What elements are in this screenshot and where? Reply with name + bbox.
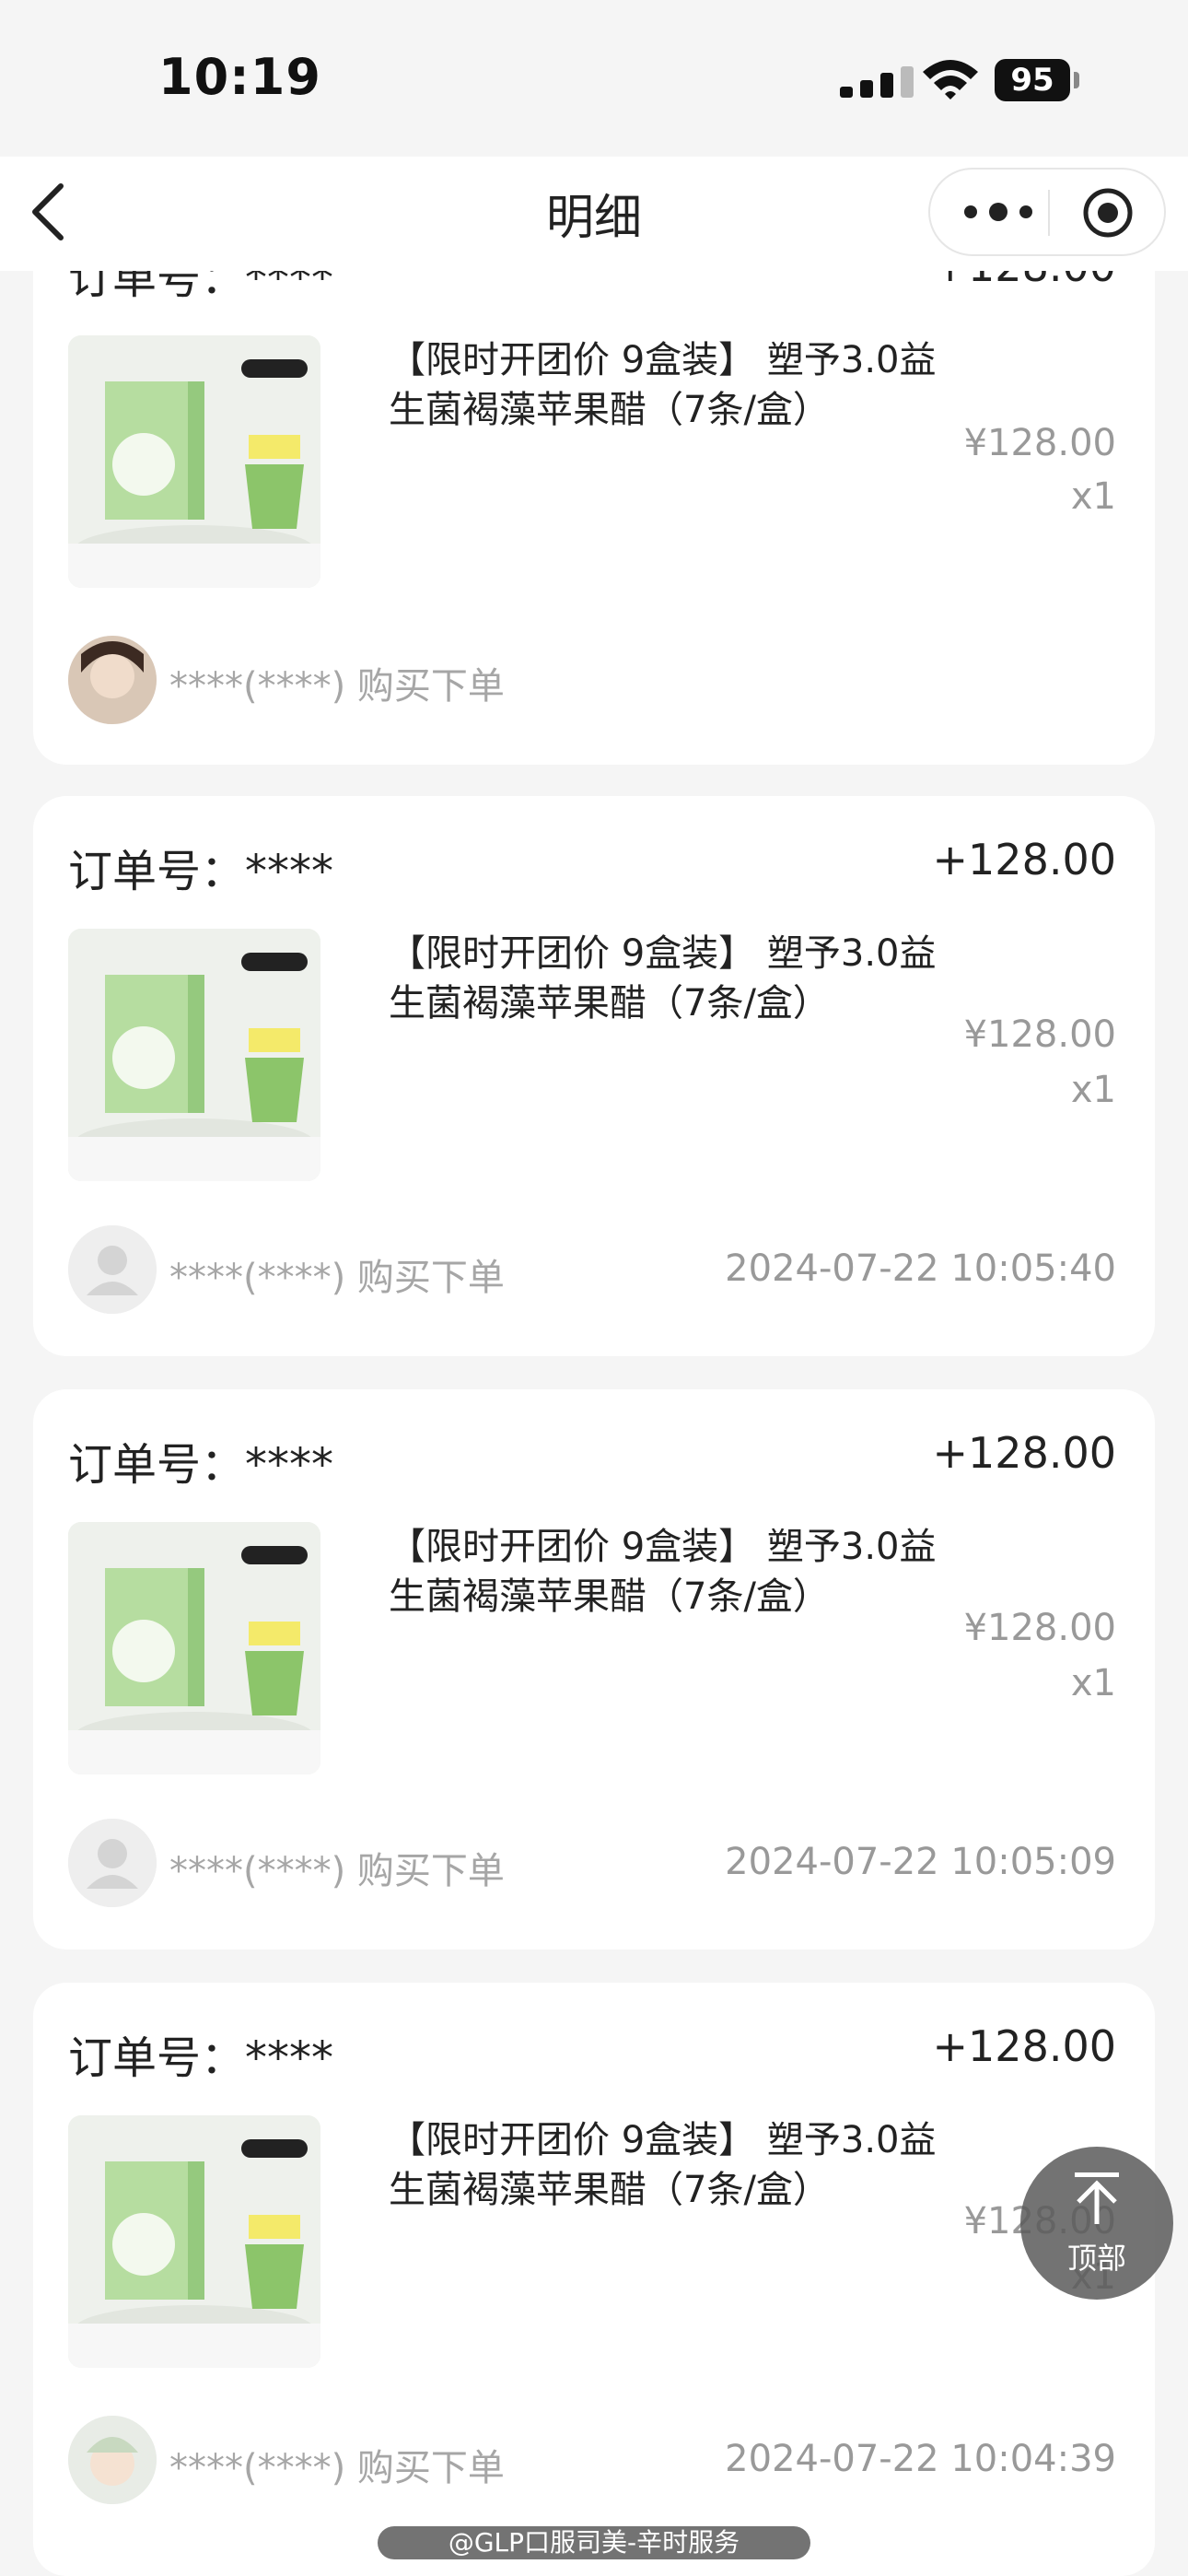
product-name: 【限时开团价 9盒装】 塑予3.0益生菌褐藻苹果醋（7条/盒） bbox=[389, 1526, 937, 1618]
product-image[interactable] bbox=[68, 2115, 320, 2368]
close-target-icon[interactable] bbox=[1081, 186, 1135, 240]
order-list[interactable]: 订单号：**** +128.00 【限时开团价 9盒装】 塑予3.0益生菌褐藻苹… bbox=[0, 0, 1188, 2576]
product-name: 【限时开团价 9盒装】 塑予3.0益生菌褐藻苹果醋（7条/盒） bbox=[389, 932, 937, 1025]
order-number: 订单号：**** bbox=[68, 2032, 334, 2084]
back-to-top-label: 顶部 bbox=[1066, 2241, 1126, 2276]
buyer-text: ****(****) 购买下单 bbox=[169, 1850, 505, 1892]
product-name: 【限时开团价 9盒装】 塑予3.0益生菌褐藻苹果醋（7条/盒） bbox=[389, 339, 937, 431]
battery-icon: 95 bbox=[995, 59, 1083, 101]
buyer-text: ****(****) 购买下单 bbox=[169, 2447, 505, 2489]
wifi-icon bbox=[923, 60, 978, 100]
more-icon[interactable] bbox=[956, 193, 1041, 230]
unit-price: ¥128.00 bbox=[963, 1607, 1116, 1649]
order-card[interactable]: 订单号：**** +128.00 【限时开团价 9盒装】 塑予3.0益生菌褐藻苹… bbox=[33, 796, 1155, 1356]
product-name: 【限时开团价 9盒装】 塑予3.0益生菌褐藻苹果醋（7条/盒） bbox=[389, 2119, 937, 2211]
avatar bbox=[68, 1225, 157, 1314]
order-card[interactable]: 订单号：**** +128.00 【限时开团价 9盒装】 塑予3.0益生菌褐藻苹… bbox=[33, 1983, 1155, 2576]
avatar bbox=[68, 1819, 157, 1907]
cellular-signal-icon bbox=[840, 66, 914, 98]
order-amount: +128.00 bbox=[932, 1428, 1117, 1478]
status-bar: 10:19 95 bbox=[0, 0, 1188, 157]
battery-tip bbox=[1074, 72, 1079, 88]
product-image[interactable] bbox=[68, 1522, 320, 1774]
unit-price: ¥128.00 bbox=[963, 422, 1116, 464]
order-card[interactable]: 订单号：**** +128.00 【限时开团价 9盒装】 塑予3.0益生菌褐藻苹… bbox=[33, 208, 1155, 765]
nav-bar: 明细 bbox=[0, 157, 1188, 271]
order-number: 订单号：**** bbox=[68, 846, 334, 897]
buyer-text: ****(****) 购买下单 bbox=[169, 1257, 505, 1299]
battery-level: 95 bbox=[995, 59, 1070, 101]
status-time: 10:19 bbox=[158, 48, 321, 106]
order-timestamp: 2024-07-22 10:05:09 bbox=[725, 1841, 1116, 1883]
order-timestamp: 2024-07-22 10:04:39 bbox=[725, 2438, 1116, 2480]
order-number: 订单号：**** bbox=[68, 1439, 334, 1491]
unit-price: ¥128.00 bbox=[963, 1013, 1116, 1056]
capsule-divider bbox=[1048, 190, 1050, 236]
order-timestamp: 2024-07-22 10:05:40 bbox=[725, 1247, 1116, 1290]
product-image[interactable] bbox=[68, 335, 320, 588]
watermark: @GLP口服司美-辛时服务 bbox=[378, 2526, 810, 2559]
avatar bbox=[68, 636, 157, 724]
order-amount: +128.00 bbox=[932, 835, 1117, 884]
avatar bbox=[68, 2416, 157, 2504]
arrow-up-icon bbox=[1075, 2172, 1119, 2224]
quantity: x1 bbox=[1070, 475, 1116, 518]
order-amount: +128.00 bbox=[932, 2021, 1117, 2071]
mini-program-capsule bbox=[928, 168, 1166, 256]
back-to-top-button[interactable]: 顶部 bbox=[1020, 2147, 1173, 2300]
buyer-text: ****(****) 购买下单 bbox=[169, 665, 505, 708]
quantity: x1 bbox=[1070, 1069, 1116, 1111]
quantity: x1 bbox=[1070, 1662, 1116, 1704]
product-image[interactable] bbox=[68, 929, 320, 1181]
order-card[interactable]: 订单号：**** +128.00 【限时开团价 9盒装】 塑予3.0益生菌褐藻苹… bbox=[33, 1389, 1155, 1950]
